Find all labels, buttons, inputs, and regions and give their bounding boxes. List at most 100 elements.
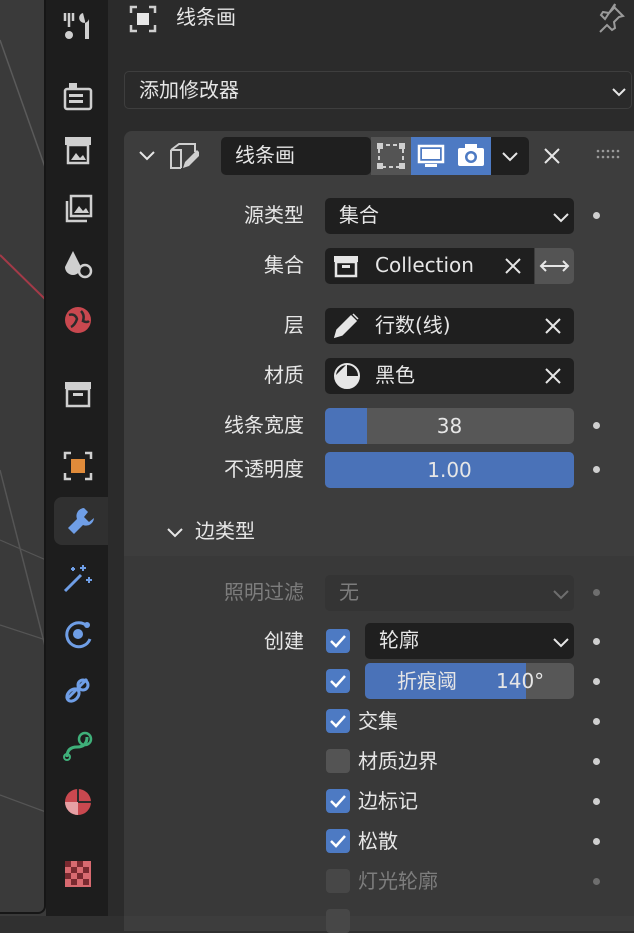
light-contour-label: 灯光轮廓 [358, 869, 438, 893]
collection-field[interactable]: Collection [325, 248, 534, 284]
world-tab[interactable] [54, 296, 102, 344]
layer-field[interactable]: 行数(线) [325, 308, 574, 344]
physics-tab[interactable] [54, 610, 102, 658]
edge-mark-label[interactable]: 边标记 [358, 787, 418, 815]
material-border-label[interactable]: 材质边界 [358, 747, 438, 775]
chevron-down-icon [553, 638, 569, 648]
crease-threshold-value: 140° [496, 669, 545, 693]
collection-icon [65, 382, 91, 408]
add-modifier-label: 添加修改器 [139, 78, 239, 102]
create-value: 轮廓 [379, 628, 419, 652]
output-icon [65, 137, 91, 165]
keyframe-dot[interactable] [593, 718, 600, 725]
collection-tab[interactable] [54, 370, 102, 418]
check-icon [330, 835, 346, 848]
modifier-tab[interactable] [54, 497, 108, 545]
output-tab[interactable] [54, 126, 102, 174]
texture-tab[interactable] [54, 850, 102, 898]
constraints-tab[interactable] [54, 666, 102, 714]
create-label: 创建 [264, 629, 304, 653]
material-tab[interactable] [54, 778, 102, 826]
chevron-down-icon [612, 88, 626, 97]
chevron-down-icon [553, 213, 569, 223]
create-dropdown[interactable]: 轮廓 [365, 623, 574, 659]
pencil-icon [333, 313, 359, 339]
object-tab[interactable] [54, 442, 102, 490]
properties-tab-column [46, 0, 108, 916]
crease-checkbox[interactable] [326, 669, 350, 693]
check-icon [330, 675, 346, 688]
pin-icon[interactable] [596, 3, 626, 33]
chevron-down-icon [553, 590, 569, 600]
material-icon [65, 789, 91, 815]
opacity-label: 不透明度 [224, 457, 304, 481]
clear-icon[interactable] [542, 365, 564, 387]
light-filter-value: 无 [339, 580, 359, 604]
modifier-name-field[interactable]: 线条画 [221, 137, 371, 175]
check-icon [330, 715, 346, 728]
view-layer-icon [65, 194, 93, 223]
layer-label: 层 [284, 313, 304, 337]
keyframe-dot [593, 878, 600, 885]
collapse-chevron-icon[interactable] [139, 147, 155, 163]
keyframe-dot[interactable] [593, 758, 600, 765]
clear-icon[interactable] [542, 315, 564, 337]
modifier-extra-dropdown[interactable] [491, 137, 529, 175]
data-tab[interactable] [54, 722, 102, 770]
keyframe-dot[interactable] [593, 466, 600, 473]
contour-checkbox[interactable] [326, 629, 350, 653]
crease-threshold-slider[interactable]: 折痕阈 140° [365, 663, 574, 699]
line-width-slider[interactable]: 38 [325, 408, 574, 444]
render-toggle[interactable] [451, 137, 491, 175]
swap-arrows-icon [539, 260, 570, 272]
intersection-label[interactable]: 交集 [358, 707, 398, 735]
particles-tab[interactable] [54, 554, 102, 602]
remove-modifier-icon[interactable] [541, 145, 563, 167]
collection-label: 集合 [264, 253, 304, 277]
view-layer-tab[interactable] [54, 186, 102, 234]
material-field[interactable]: 黑色 [325, 358, 574, 394]
add-modifier-dropdown[interactable]: 添加修改器 [124, 71, 632, 109]
line-width-value: 38 [436, 414, 463, 438]
scene-tab[interactable] [54, 240, 102, 288]
tool-tab[interactable] [54, 2, 102, 50]
constraints-icon [65, 677, 90, 703]
source-type-dropdown[interactable]: 集合 [325, 198, 574, 234]
material-value: 黑色 [375, 363, 415, 387]
edit-mode-toggle[interactable] [371, 137, 411, 175]
layer-value: 行数(线) [375, 313, 451, 337]
keyframe-dot[interactable] [593, 678, 600, 685]
keyframe-dot[interactable] [593, 422, 600, 429]
render-icon [63, 83, 93, 111]
light-contour-checkbox [326, 869, 350, 893]
drag-handle-icon[interactable] [596, 148, 620, 160]
opacity-value: 1.00 [427, 458, 472, 482]
opacity-slider[interactable]: 1.00 [325, 452, 574, 488]
scene-icon [65, 251, 93, 279]
tool-icon [63, 13, 89, 39]
world-icon [65, 307, 91, 333]
chevron-down-icon [502, 152, 518, 162]
loose-checkbox[interactable] [326, 829, 350, 853]
keyframe-dot[interactable] [593, 638, 600, 645]
edge-mark-checkbox[interactable] [326, 789, 350, 813]
clear-icon[interactable] [502, 255, 524, 277]
viewport-border [0, 0, 46, 914]
physics-icon [65, 621, 92, 649]
page-title: 线条画 [176, 5, 236, 29]
viewport-display-toggle[interactable] [411, 137, 451, 175]
keyframe-dot[interactable] [593, 212, 600, 219]
monitor-icon [417, 144, 445, 167]
keyframe-dot[interactable] [593, 838, 600, 845]
intersection-checkbox[interactable] [326, 709, 350, 733]
camera-icon [458, 144, 484, 166]
render-tab[interactable] [54, 72, 102, 120]
texture-icon [65, 861, 91, 887]
edge-types-header[interactable]: 边类型 [124, 505, 634, 555]
material-border-checkbox[interactable] [326, 749, 350, 773]
keyframe-dot[interactable] [593, 798, 600, 805]
swap-button[interactable] [535, 248, 574, 284]
keyframe-dot [593, 589, 600, 596]
crease-threshold-label: 折痕阈 [397, 669, 457, 693]
loose-label[interactable]: 松散 [358, 827, 398, 855]
